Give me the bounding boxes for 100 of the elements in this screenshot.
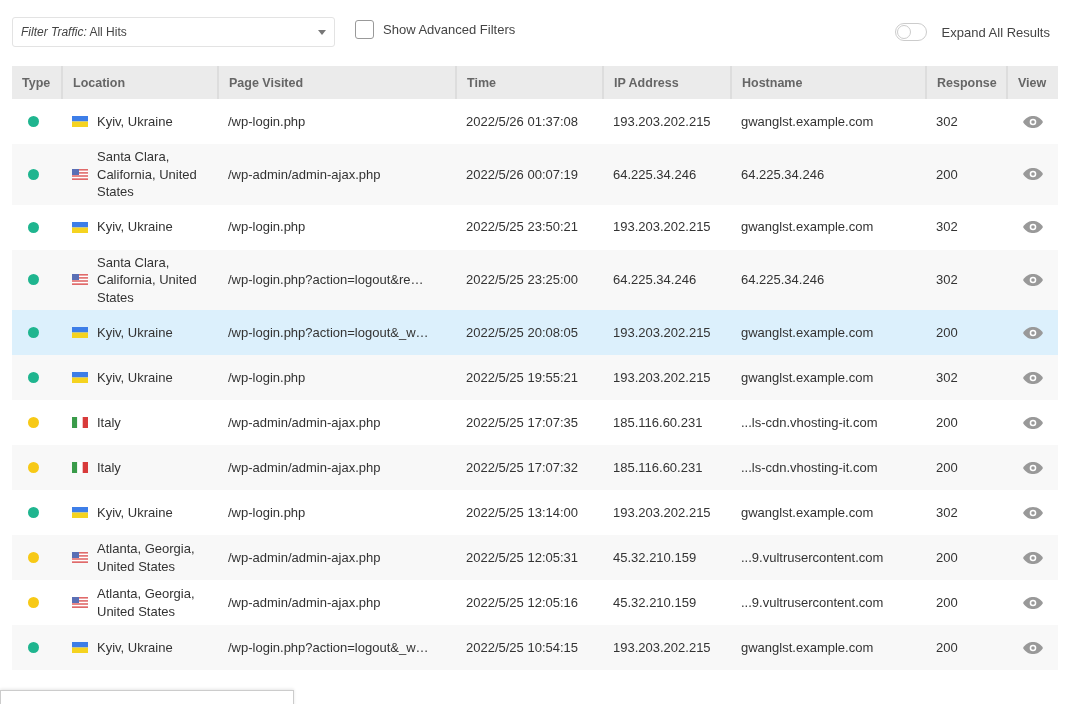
view-icon[interactable] [1023, 168, 1043, 181]
hostname-text: 64.225.34.246 [741, 272, 825, 287]
table-row[interactable]: Kyiv, Ukraine /wp-login.php?action=logout&_w… 2022/5/25 10:54:15 193.203.202.215 gwanglst.example.com 200 [12, 625, 1058, 670]
time-text: 2022/5/25 10:54:15 [466, 639, 579, 655]
ip-address: 193.203.202.215 [613, 639, 711, 655]
response-code: 200 [936, 324, 958, 340]
ip-address: 185.116.60.231 [613, 414, 703, 430]
column-header: Location [62, 66, 218, 99]
time-text: 2022/5/25 17:07:35 [466, 414, 579, 430]
flag-icon [72, 221, 88, 233]
location-text: Kyiv, Ukraine [97, 503, 173, 522]
location-text: Italy [97, 458, 121, 477]
hostname-text: gwanglst.example.com [741, 369, 874, 385]
location-text: Santa Clara, California, United States [97, 253, 198, 306]
view-icon[interactable] [1023, 461, 1043, 474]
column-header: View [1007, 66, 1058, 99]
view-icon[interactable] [1023, 371, 1043, 384]
ip-address: 64.225.34.246 [613, 272, 697, 287]
table-row[interactable]: Italy /wp-admin/admin-ajax.php 2022/5/25 17:07:32 185.116.60.231 ...ls-cdn.vhosting-it.com 200 [12, 445, 1058, 490]
page-url: /wp-admin/admin-ajax.php [228, 549, 381, 565]
time-text: 2022/5/25 20:08:05 [466, 324, 579, 340]
view-icon[interactable] [1023, 326, 1043, 339]
ip-address: 193.203.202.215 [613, 324, 711, 340]
response-code: 302 [936, 369, 958, 385]
ip-address: 193.203.202.215 [613, 219, 711, 235]
page-url: /wp-login.php [228, 219, 306, 235]
time-text: 2022/5/25 12:05:31 [466, 549, 579, 565]
time-text: 2022/5/25 19:55:21 [466, 369, 579, 385]
ip-address: 193.203.202.215 [613, 504, 711, 520]
table-row[interactable]: Atlanta, Georgia, United States /wp-admin/admin-ajax.php 2022/5/25 12:05:31 45.32.210.159 ...9.vultrusercontent.com 200 [12, 535, 1058, 580]
table-row[interactable]: Santa Clara, California, United States /wp-admin/admin-ajax.php 2022/5/26 00:07:19 64.225.34.246 64.225.34.246 200 [12, 144, 1058, 205]
page-url: /wp-login.php?action=logout&_w… [228, 324, 429, 340]
table-row[interactable]: Atlanta, Georgia, United States /wp-admin/admin-ajax.php 2022/5/25 12:05:16 45.32.210.159 ...9.vultrusercontent.com 200 [12, 580, 1058, 625]
filter-dropdown[interactable]: Filter Traffic: All Hits [12, 17, 335, 47]
table-row[interactable]: Kyiv, Ukraine /wp-login.php 2022/5/25 19:55:21 193.203.202.215 gwanglst.example.com 302 [12, 355, 1058, 400]
time-text: 2022/5/26 00:07:19 [466, 166, 579, 182]
caret-icon [318, 29, 326, 35]
hostname-text: gwanglst.example.com [741, 639, 874, 655]
flag-icon [72, 372, 88, 383]
response-code: 302 [936, 219, 958, 235]
response-code: 200 [936, 594, 958, 610]
view-icon[interactable] [1023, 506, 1043, 519]
hostname-text: gwanglst.example.com [741, 324, 874, 340]
table-row[interactable]: Kyiv, Ukraine /wp-login.php 2022/5/26 01:37:08 193.203.202.215 gwanglst.example.com 302 [12, 99, 1058, 144]
checkbox[interactable] [355, 19, 374, 39]
response-code: 302 [936, 504, 958, 520]
view-icon[interactable] [1023, 416, 1043, 429]
column-header: IP Address [603, 66, 731, 99]
toggle-switch[interactable] [894, 23, 927, 41]
hostname-text: ...9.vultrusercontent.com [741, 549, 884, 565]
column-header: Hostname [731, 66, 926, 99]
response-code: 200 [936, 549, 958, 565]
location-text: Kyiv, Ukraine [97, 218, 173, 236]
checkbox-label: Show Advanced Filters [383, 21, 516, 37]
ip-address: 193.203.202.215 [613, 369, 711, 385]
flag-icon [72, 507, 88, 518]
location-text: Kyiv, Ukraine [97, 112, 173, 131]
table-row[interactable]: Kyiv, Ukraine /wp-login.php 2022/5/25 13:14:00 193.203.202.215 gwanglst.example.com 302 [12, 490, 1058, 535]
view-icon[interactable] [1023, 551, 1043, 564]
page-url: /wp-login.php [228, 504, 306, 520]
ip-address: 193.203.202.215 [613, 113, 711, 129]
ip-address: 185.116.60.231 [613, 459, 703, 475]
time-text: 2022/5/25 23:50:21 [466, 219, 579, 235]
flag-icon [72, 274, 88, 286]
page-url: /wp-login.php?action=logout&_w… [228, 639, 429, 655]
flag-icon [72, 168, 88, 180]
time-text: 2022/5/25 12:05:16 [466, 594, 579, 610]
response-code: 302 [936, 113, 958, 129]
column-header: Time [456, 66, 603, 99]
response-code: 200 [936, 414, 958, 430]
ip-address: 64.225.34.246 [613, 166, 697, 182]
flag-icon [72, 327, 88, 338]
hostname-text: gwanglst.example.com [741, 113, 874, 129]
flag-icon [72, 552, 88, 563]
table-row[interactable]: Italy /wp-admin/admin-ajax.php 2022/5/25 17:07:35 185.116.60.231 ...ls-cdn.vhosting-it.com 200 [12, 400, 1058, 445]
flag-icon [72, 116, 88, 127]
page-url: /wp-login.php [228, 369, 306, 385]
response-code: 200 [936, 459, 958, 475]
hostname-text: ...ls-cdn.vhosting-it.com [741, 459, 878, 475]
view-icon[interactable] [1023, 596, 1043, 609]
table-row[interactable]: Kyiv, Ukraine /wp-login.php 2022/5/25 23:50:21 193.203.202.215 gwanglst.example.com 302 [12, 204, 1058, 250]
location-text: Atlanta, Georgia, United States [97, 540, 196, 575]
view-icon[interactable] [1023, 273, 1043, 286]
response-code: 200 [936, 166, 958, 182]
time-text: 2022/5/25 23:25:00 [466, 272, 579, 287]
response-code: 200 [936, 639, 958, 655]
toggle-label: Expand All Results [941, 24, 1050, 40]
view-icon[interactable] [1023, 221, 1043, 233]
response-code: 302 [936, 272, 958, 287]
location-text: Atlanta, Georgia, United States [97, 585, 196, 620]
view-icon[interactable] [1023, 641, 1043, 654]
hostname-text: gwanglst.example.com [741, 219, 874, 235]
location-text: Kyiv, Ukraine [97, 638, 173, 657]
table-row[interactable]: Santa Clara, California, United States /wp-login.php?action=logout&re… 2022/5/25 23:25:00 64.225.34.246 64.225.34.246 302 [12, 249, 1058, 310]
ip-address: 45.32.210.159 [613, 549, 697, 565]
flag-icon [72, 597, 88, 608]
page-url: /wp-admin/admin-ajax.php [228, 166, 381, 182]
column-header: Response [926, 66, 1007, 99]
view-icon[interactable] [1023, 115, 1043, 128]
location-text: Kyiv, Ukraine [97, 368, 173, 387]
